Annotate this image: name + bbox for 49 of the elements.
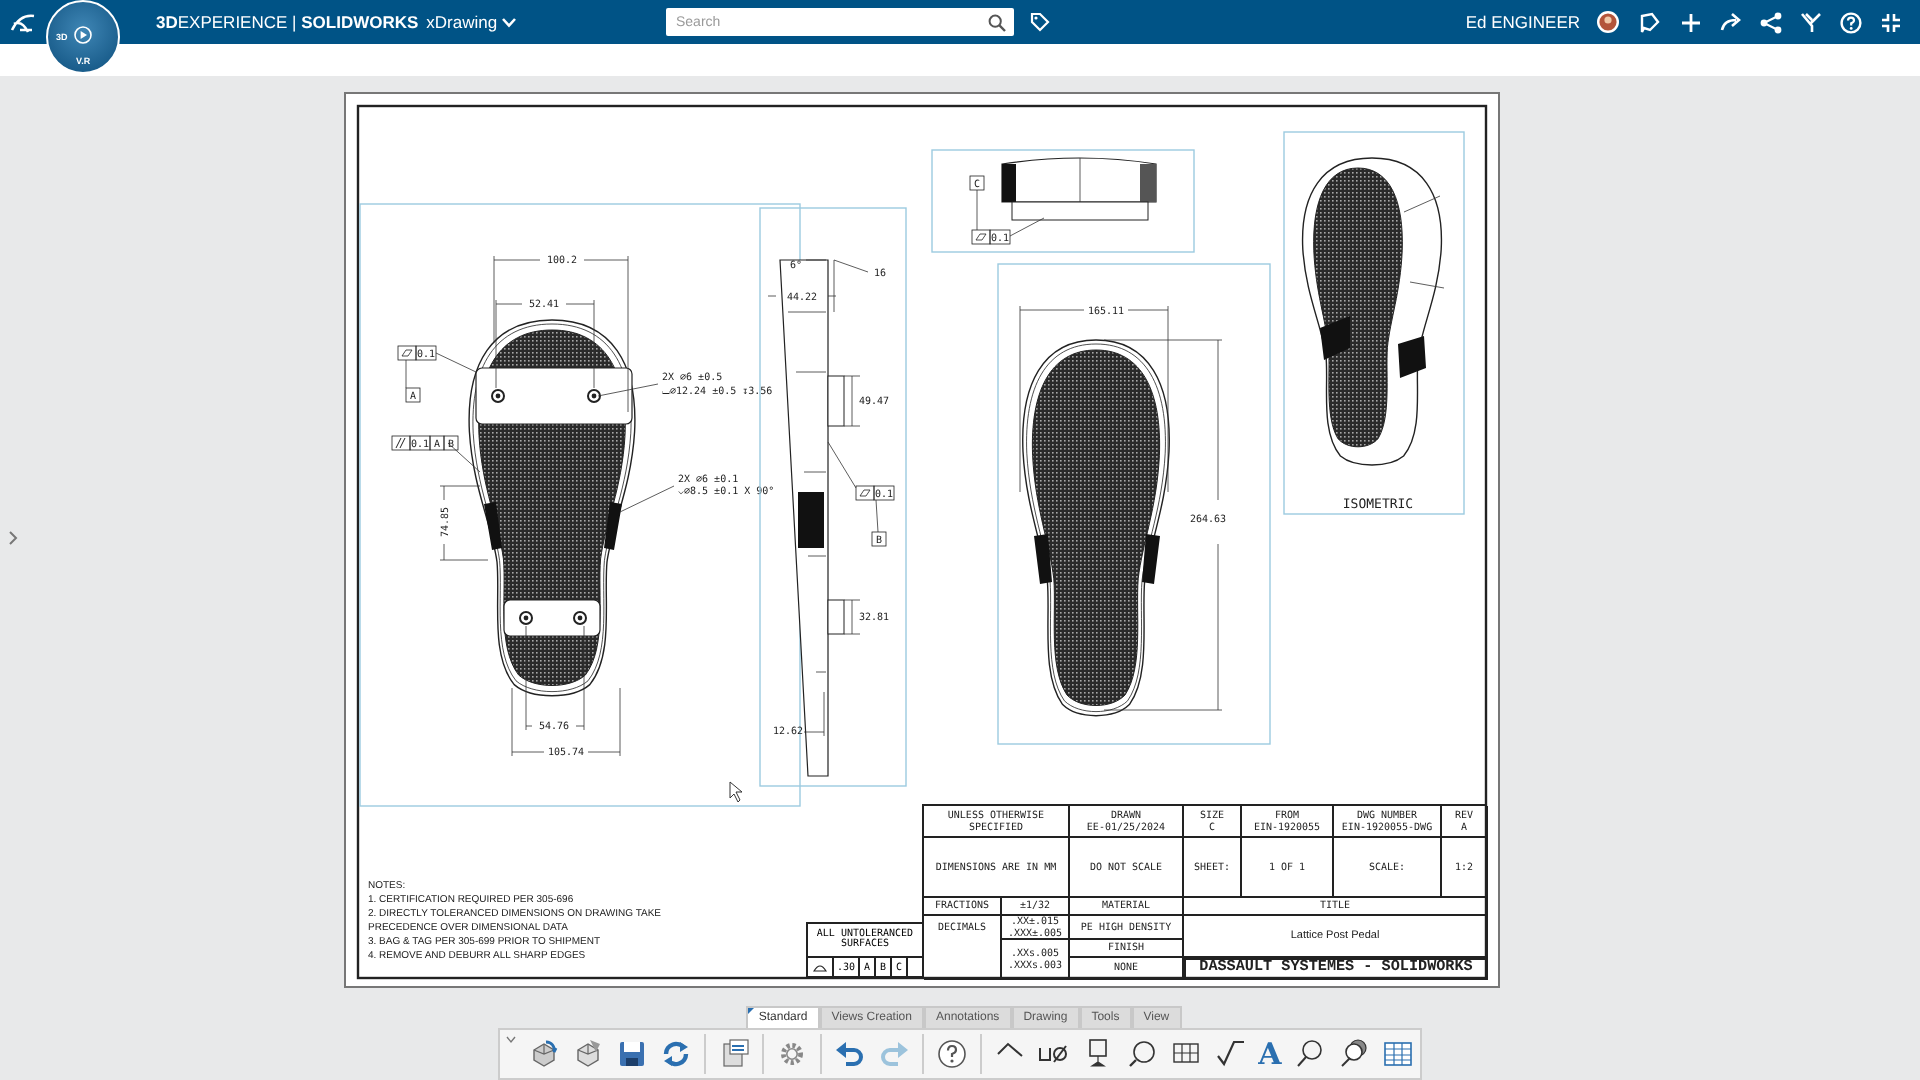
datum-box: [871, 531, 887, 547]
help-icon[interactable]: [936, 1037, 969, 1070]
dimension-line: [843, 599, 861, 635]
leader-line: [976, 189, 978, 231]
datum-box: [969, 175, 985, 191]
tolerance-frame: [397, 345, 437, 361]
brand-name: 3DEXPERIENCE | SOLIDWORKS: [156, 12, 419, 32]
leader-line: [435, 352, 477, 373]
datum-box: [405, 387, 421, 403]
dimension-line: [803, 691, 825, 737]
search-icon[interactable]: [988, 13, 1006, 31]
refresh-icon[interactable]: [660, 1037, 693, 1070]
brand-logo-icon[interactable]: [10, 11, 36, 33]
cube-arrow-icon[interactable]: [528, 1037, 561, 1070]
caret-icon[interactable]: [506, 1035, 517, 1044]
leader-line: [405, 359, 407, 389]
leader-line: [827, 441, 857, 489]
share-icon[interactable]: [1720, 12, 1742, 32]
settings-icon[interactable]: [776, 1037, 809, 1070]
leader-line: [875, 499, 879, 533]
user-name[interactable]: Ed ENGINEER: [1465, 12, 1580, 32]
network-icon[interactable]: [1760, 11, 1782, 33]
fullscreen-icon[interactable]: [1880, 11, 1902, 33]
play-icon[interactable]: [74, 26, 92, 44]
leader-line: [597, 383, 659, 397]
cube-icon[interactable]: [572, 1037, 605, 1070]
tools-icon[interactable]: [1800, 11, 1822, 33]
clipboard-icon[interactable]: [718, 1037, 751, 1070]
plus-icon[interactable]: [1680, 11, 1702, 33]
tag-icon[interactable]: [1030, 12, 1050, 32]
leader-line: [1009, 217, 1045, 237]
chevron-down-icon[interactable]: [501, 17, 516, 27]
tolerance-frame: [855, 485, 895, 501]
tolerance-frame: [391, 435, 459, 451]
undo-icon[interactable]: [834, 1037, 867, 1070]
dimension-line: [439, 485, 489, 561]
text-tool[interactable]: A: [1258, 1037, 1282, 1070]
mouse-cursor-icon: [729, 781, 743, 803]
table-icon[interactable]: [1381, 1037, 1414, 1070]
leader-line: [619, 485, 675, 513]
app-menu[interactable]: xDrawing: [426, 12, 498, 32]
save-icon[interactable]: [616, 1037, 649, 1070]
avatar-icon[interactable]: [1596, 10, 1620, 34]
dimension-line: [843, 375, 861, 427]
dimension-line: [805, 259, 827, 261]
surface-finish-icon[interactable]: [1214, 1037, 1247, 1070]
chevron-right-icon[interactable]: [7, 530, 17, 546]
leader-line: [447, 442, 481, 473]
tolerance-frame: [971, 229, 1011, 245]
